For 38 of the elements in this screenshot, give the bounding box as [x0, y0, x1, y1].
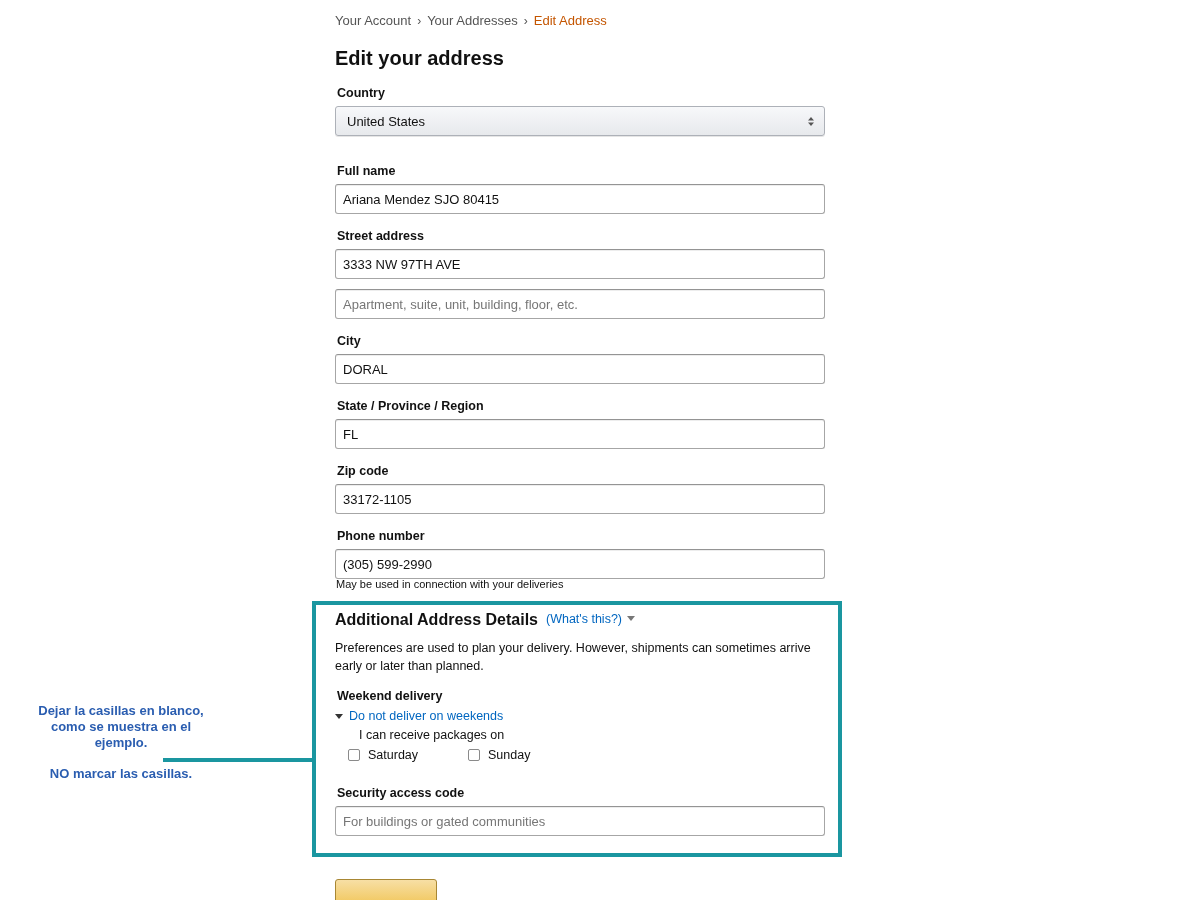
help-link[interactable]: (What's this?)	[546, 611, 622, 626]
prompt-text: I can receive packages on	[359, 728, 506, 742]
input-field[interactable]: Ariana Mendez SJO 80415	[335, 184, 825, 214]
field-label: Weekend delivery	[337, 689, 444, 703]
expander-link[interactable]: Do not deliver on weekends	[349, 709, 504, 723]
field-label: Country	[337, 86, 386, 100]
page-title: Edit your address	[335, 47, 505, 70]
input-field[interactable]: For buildings or gated communities	[335, 806, 825, 836]
field-label: State / Province / Region	[337, 399, 485, 413]
input-field[interactable]: (305) 599-2990	[335, 549, 825, 579]
checkbox[interactable]	[348, 749, 360, 761]
input-field[interactable]: DORAL	[335, 354, 825, 384]
input-field[interactable]: 3333 NW 97TH AVE	[335, 249, 825, 279]
annotation-text: Dejar la casillas en blanco, como se muestra en el ejemplo.	[37, 703, 205, 751]
field-label: City	[337, 334, 362, 348]
field-label: Full name	[337, 164, 397, 178]
caret-icon	[627, 616, 635, 621]
section-title: Additional Address Details	[335, 611, 538, 629]
annotation-text: NO marcar las casillas.	[48, 766, 194, 782]
field-label: Phone number	[337, 529, 426, 543]
checkbox[interactable]	[468, 749, 481, 761]
field-label: Street address	[337, 229, 425, 243]
field-label: Zip code	[337, 464, 390, 478]
checkbox-label: Sunday	[488, 748, 531, 762]
breadcrumb-separator: ›	[523, 13, 528, 28]
country-dropdown[interactable]: United States	[335, 106, 825, 136]
input-field[interactable]: 33172-1105	[335, 484, 825, 514]
field-label: Security access code	[337, 786, 466, 800]
input-field[interactable]: Apartment, suite, unit, building, floor, etc.	[335, 289, 825, 319]
dropdown-arrows-icon	[808, 116, 814, 126]
breadcrumb-separator: ›	[417, 13, 422, 28]
input-field[interactable]: FL	[335, 419, 825, 449]
breadcrumb-link[interactable]: Your Addresses	[427, 13, 518, 28]
description-text: Preferences are used to plan your delivery. However, shipments can sometimes arrive early or later than planned.	[335, 640, 812, 675]
checkbox-label: Saturday	[368, 748, 419, 762]
breadcrumb-link[interactable]: Edit Address	[533, 13, 607, 28]
breadcrumb-link[interactable]: Your Account	[335, 13, 412, 28]
field-hint: May be used in connection with your deliveries	[336, 578, 565, 590]
